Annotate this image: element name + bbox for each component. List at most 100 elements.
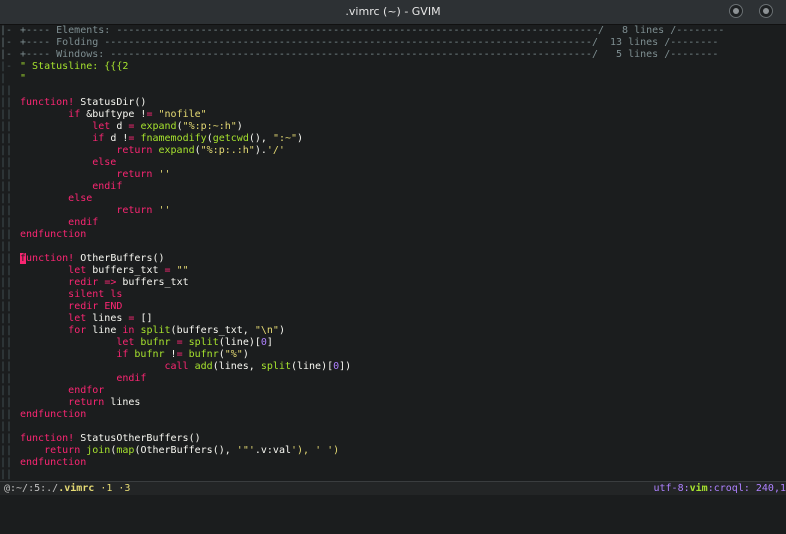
code-line[interactable]: || redir => buffers_txt <box>0 277 786 289</box>
code-line[interactable]: || else <box>0 193 786 205</box>
code-line[interactable]: || let d = expand("%:p:~:h") <box>0 121 786 133</box>
status-encoding: utf-8 <box>653 483 684 494</box>
code-line[interactable]: || if d != fnamemodify(getcwd(), ":~") <box>0 133 786 145</box>
code-line[interactable]: || <box>0 85 786 97</box>
fold-line[interactable]: |- +---- Elements: ----------------------… <box>0 25 786 37</box>
line-text: endfor <box>68 385 105 396</box>
line-text: +---- Folding --------------------------… <box>20 37 719 48</box>
code-line[interactable]: || let bufnr = split(line)[0] <box>0 337 786 349</box>
line-text: return lines <box>68 397 141 408</box>
fold-column: || <box>0 445 13 456</box>
fold-column: || <box>0 373 13 384</box>
fold-column: |- <box>0 25 13 36</box>
fold-line[interactable]: |- +---- Windows: -----------------------… <box>0 49 786 61</box>
line-text: function! StatusDir() <box>20 97 147 108</box>
fold-column: |- <box>0 61 13 72</box>
code-line[interactable]: || if bufnr != bufnr("%") <box>0 349 786 361</box>
code-line[interactable]: || endif <box>0 217 786 229</box>
title-bar[interactable]: .vimrc (~) - GVIM <box>0 0 786 25</box>
gvim-window: .vimrc (~) - GVIM |- +---- Elements: ----… <box>0 0 786 510</box>
fold-column: |- <box>0 49 13 60</box>
fold-column: || <box>0 253 13 264</box>
fold-column: || <box>0 157 13 168</box>
status-position: 240,1 <box>755 483 786 494</box>
window-title: .vimrc (~) - GVIM <box>345 5 441 18</box>
fold-column: || <box>0 205 13 216</box>
code-line[interactable]: || <box>0 469 786 481</box>
code-line[interactable]: || return join(map(OtherBuffers(), '"'.v… <box>0 445 786 457</box>
line-text: else <box>92 157 117 168</box>
code-line[interactable]: || endif <box>0 373 786 385</box>
code-line[interactable]: || function! StatusDir() <box>0 97 786 109</box>
line-text: endfunction <box>20 409 87 420</box>
status-path: @:~/:5:./ <box>4 483 59 494</box>
fold-column: || <box>0 409 13 420</box>
fold-column: || <box>0 457 13 468</box>
code-line[interactable]: || silent ls <box>0 289 786 301</box>
code-line[interactable]: || return expand("%:p:.:h").'/' <box>0 145 786 157</box>
line-text: let lines = [] <box>68 313 153 324</box>
code-line[interactable]: || function! OtherBuffers() <box>0 253 786 265</box>
close-button[interactable] <box>759 4 773 18</box>
code-line[interactable]: || endfunction <box>0 457 786 469</box>
editor-buffer[interactable]: |- +---- Elements: ----------------------… <box>0 25 786 481</box>
fold-column: || <box>0 301 13 312</box>
line-text: silent ls <box>68 289 123 300</box>
fold-column: || <box>0 169 13 180</box>
fold-column: || <box>0 193 13 204</box>
fold-column: || <box>0 289 13 300</box>
code-line[interactable]: | " <box>0 73 786 85</box>
code-line[interactable]: || for line in split(buffers_txt, "\n") <box>0 325 786 337</box>
fold-column: || <box>0 133 13 144</box>
command-line[interactable] <box>0 495 786 510</box>
code-line[interactable]: || endif <box>0 181 786 193</box>
minimize-button[interactable] <box>729 4 743 18</box>
line-text: endif <box>92 181 123 192</box>
line-text: call add(lines, split(line)[0]) <box>164 361 352 372</box>
fold-column: || <box>0 433 13 444</box>
line-text: " <box>20 73 27 84</box>
line-text: if &buftype != "nofile" <box>68 109 207 120</box>
code-line[interactable]: || function! StatusOtherBuffers() <box>0 433 786 445</box>
code-line[interactable]: || if &buftype != "nofile" <box>0 109 786 121</box>
fold-column: || <box>0 313 13 324</box>
code-line[interactable]: || <box>0 421 786 433</box>
code-line[interactable]: || redir END <box>0 301 786 313</box>
code-line[interactable]: |- " Statusline: {{{2 <box>0 61 786 73</box>
code-line[interactable]: || call add(lines, split(line)[0]) <box>0 361 786 373</box>
code-line[interactable]: || endfor <box>0 385 786 397</box>
line-text: endif <box>116 373 147 384</box>
code-line[interactable]: || return '' <box>0 205 786 217</box>
line-text: if d != fnamemodify(getcwd(), ":~") <box>92 133 304 144</box>
code-line[interactable]: || return '' <box>0 169 786 181</box>
status-filename: .vimrc <box>58 483 95 494</box>
code-line[interactable]: || let lines = [] <box>0 313 786 325</box>
line-text: else <box>68 193 93 204</box>
fold-column: || <box>0 241 13 252</box>
line-text: for line in split(buffers_txt, "\n") <box>68 325 285 336</box>
fold-column: || <box>0 385 13 396</box>
fold-column: || <box>0 265 13 276</box>
code-line[interactable]: || let buffers_txt = "" <box>0 265 786 277</box>
fold-column: || <box>0 229 13 240</box>
line-text: return '' <box>116 169 171 180</box>
line-text: return join(map(OtherBuffers(), '"'.v:va… <box>44 445 340 456</box>
fold-column: || <box>0 469 13 480</box>
statusline: @:~/:5:./.vimrc ·1 ·3 utf-8:vim:croql: 2… <box>0 481 786 495</box>
line-text: +---- Elements: ------------------------… <box>20 25 725 36</box>
status-buffers: ·1 ·3 <box>100 483 131 494</box>
fold-column: || <box>0 397 13 408</box>
fold-column: || <box>0 97 13 108</box>
fold-line[interactable]: |- +---- Folding ------------------------… <box>0 37 786 49</box>
fold-column: || <box>0 85 13 96</box>
code-line[interactable]: || endfunction <box>0 409 786 421</box>
fold-column: || <box>0 325 13 336</box>
code-line[interactable]: || <box>0 241 786 253</box>
line-text: let bufnr = split(line)[0] <box>116 337 273 348</box>
code-line[interactable]: || endfunction <box>0 229 786 241</box>
code-line[interactable]: || return lines <box>0 397 786 409</box>
code-line[interactable]: || else <box>0 157 786 169</box>
fold-column: || <box>0 181 13 192</box>
line-text: return expand("%:p:.:h").'/' <box>116 145 285 156</box>
line-text: redir => buffers_txt <box>68 277 189 288</box>
